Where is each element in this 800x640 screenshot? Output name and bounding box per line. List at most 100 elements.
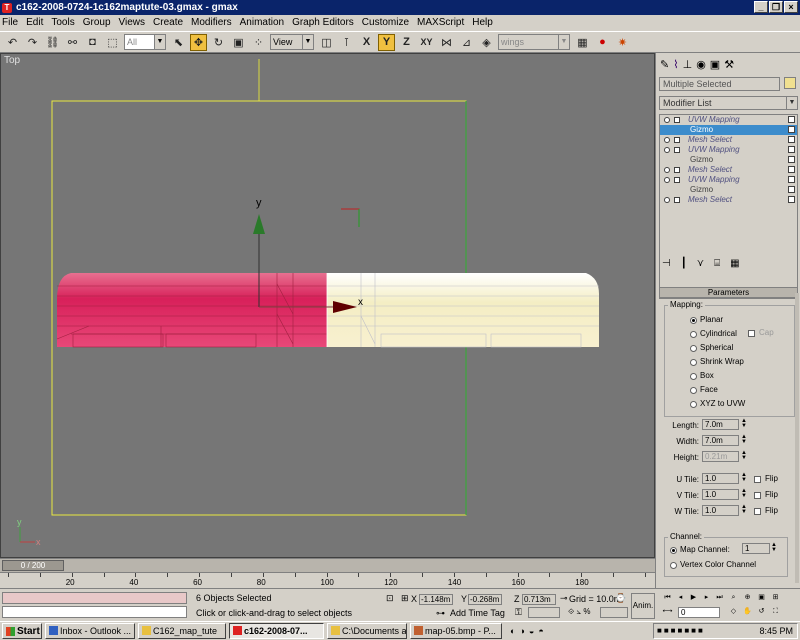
z-axis-icon[interactable]: Z [398, 34, 415, 51]
quick-launch-icon[interactable]: ◐ [510, 626, 515, 636]
render-icon[interactable]: ● [594, 34, 611, 51]
unlink-icon[interactable]: ⚯ [64, 34, 81, 51]
mapping-radio-shrink-wrap[interactable]: Shrink Wrap [690, 357, 744, 366]
snap-toggle-icon[interactable]: ⟐ ⦣ % [568, 607, 590, 617]
redo-icon[interactable]: ↷ [24, 34, 41, 51]
x-coord-field[interactable]: -1.148m [419, 594, 453, 605]
stack-checkbox[interactable] [788, 116, 795, 123]
z-coord-field[interactable]: 0.713m [522, 594, 556, 605]
spinner-snap-field[interactable] [600, 607, 628, 618]
remove-modifier-icon[interactable]: ⌸ [714, 258, 720, 269]
go-to-start-icon[interactable]: ⏮ [662, 593, 673, 603]
taskbar-item[interactable]: Inbox - Outlook ... [45, 623, 135, 639]
zoom-extents-icon[interactable]: ▣ [756, 593, 767, 603]
next-frame-icon[interactable]: ▸ [701, 593, 712, 603]
snap-icon[interactable]: ◈ [478, 34, 495, 51]
v-tile-spinner[interactable]: ▲ ▼ [741, 488, 747, 500]
width-field[interactable]: 7.0m [702, 435, 739, 446]
select-region-icon[interactable]: ⬚ [104, 34, 121, 51]
select-and-manipulate-icon[interactable]: ⊺ [338, 34, 355, 51]
cap-checkbox[interactable] [748, 330, 755, 337]
show-end-result-icon[interactable]: ┃ [681, 258, 687, 269]
lightbulb-icon[interactable] [664, 177, 670, 183]
bind-spacewarp-icon[interactable]: ◘ [84, 34, 101, 51]
stack-modifier[interactable]: Mesh Select [660, 195, 797, 205]
play-icon[interactable]: ▶ [688, 593, 699, 603]
utilities-tab-icon[interactable]: ⚒ [724, 58, 734, 71]
align-icon[interactable]: ⊿ [458, 34, 475, 51]
lock-selection-icon[interactable]: ⊡ [386, 593, 394, 604]
viewport-canvas[interactable]: y x y x [1, 54, 655, 558]
material-editor-icon[interactable]: ▦ [574, 34, 591, 51]
command-panel-scrollbar[interactable] [795, 293, 799, 583]
add-time-tag-button[interactable]: Add Time Tag [450, 608, 505, 618]
zoom-extents-all-icon[interactable]: ⊞ [770, 593, 781, 603]
time-config-icon[interactable]: ⌚ [615, 593, 626, 604]
width-spinner[interactable]: ▲ ▼ [741, 434, 747, 446]
expand-icon[interactable] [674, 137, 680, 143]
configure-sets-icon[interactable]: ▦ [730, 258, 739, 269]
stack-checkbox[interactable] [788, 146, 795, 153]
menu-tools[interactable]: Tools [51, 17, 74, 28]
magnet-icon[interactable]: ⊸ [560, 593, 568, 604]
move-icon[interactable]: ✥ [190, 33, 207, 51]
modifier-list-dropdown[interactable]: Modifier List ▼ [659, 96, 798, 110]
stack-sub-object[interactable]: Gizmo [660, 125, 797, 135]
maximize-viewport-icon[interactable]: ⛶ [770, 607, 781, 617]
current-frame-field[interactable]: 0 [678, 607, 720, 618]
use-center-icon[interactable]: ◫ [318, 34, 335, 51]
undo-icon[interactable]: ↶ [4, 34, 21, 51]
mapping-radio-face[interactable]: Face [690, 385, 718, 394]
stack-modifier[interactable]: UVW Mapping [660, 145, 797, 155]
mapping-radio-xyz-to-uvw[interactable]: XYZ to UVW [690, 399, 745, 408]
make-unique-icon[interactable]: ⋎ [697, 258, 704, 269]
map-channel-spinner[interactable]: ▲ ▼ [771, 542, 777, 554]
restore-button[interactable]: ❐ [769, 1, 783, 13]
pivot-icon[interactable]: ⁘ [250, 34, 267, 51]
stack-modifier[interactable]: Mesh Select [660, 135, 797, 145]
link-icon[interactable]: ⛓ [44, 34, 61, 51]
arc-rotate-icon[interactable]: ↺ [756, 607, 767, 617]
key-value-field[interactable] [528, 607, 560, 618]
rotate-icon[interactable]: ↻ [210, 34, 227, 51]
key-filter-icon[interactable]: ⚿ [515, 607, 522, 618]
maxscript-input-mini[interactable] [2, 606, 187, 618]
stack-checkbox[interactable] [788, 176, 795, 183]
viewport-top[interactable]: y x y x Top [0, 53, 655, 558]
modify-tab-icon[interactable]: ⌇ [673, 58, 678, 71]
clock[interactable]: 8:45 PM [759, 626, 793, 636]
lightbulb-icon[interactable] [664, 147, 670, 153]
motion-tab-icon[interactable]: ◉ [696, 58, 706, 71]
lightbulb-icon[interactable] [664, 197, 670, 203]
length-spinner[interactable]: ▲ ▼ [741, 418, 747, 430]
expand-icon[interactable] [674, 167, 680, 173]
lightbulb-icon[interactable] [664, 137, 670, 143]
time-tag-icon[interactable]: ⊶ [436, 608, 445, 619]
stack-sub-object[interactable]: Gizmo [660, 155, 797, 165]
mapping-radio-cylindrical[interactable]: Cylindrical [690, 329, 737, 338]
viewport-label[interactable]: Top [4, 55, 20, 66]
fuselage-cream-section[interactable] [327, 273, 599, 347]
named-selection-dropdown[interactable]: wings ▼ [498, 34, 570, 50]
menu-animation[interactable]: Animation [240, 17, 284, 28]
expand-icon[interactable] [674, 147, 680, 153]
stack-checkbox[interactable] [788, 196, 795, 203]
quick-launch-icon[interactable]: ◒ [529, 626, 534, 636]
absolute-mode-icon[interactable]: ⊞ [401, 593, 409, 604]
time-slider-thumb[interactable]: 0 / 200 [2, 560, 64, 571]
stack-checkbox[interactable] [788, 186, 795, 193]
menu-graph-editors[interactable]: Graph Editors [292, 17, 354, 28]
menu-create[interactable]: Create [153, 17, 183, 28]
object-color-swatch[interactable] [784, 77, 796, 89]
quick-render-icon[interactable]: ✷ [614, 34, 631, 51]
expand-icon[interactable] [674, 197, 680, 203]
u-tile-spinner[interactable]: ▲ ▼ [741, 472, 747, 484]
quick-launch-icon[interactable]: ◑ [519, 626, 524, 636]
go-to-end-icon[interactable]: ⏭ [714, 593, 725, 603]
stack-modifier[interactable]: UVW Mapping [660, 175, 797, 185]
object-name-field[interactable]: Multiple Selected [659, 77, 780, 91]
pan-icon[interactable]: ✋ [742, 607, 753, 617]
gizmo-y-arrow[interactable] [253, 214, 265, 234]
modifier-stack[interactable]: UVW Mapping Gizmo Mesh Select UVW Mapping Gi… [659, 114, 798, 299]
selection-filter-dropdown[interactable]: All ▼ [124, 34, 166, 50]
